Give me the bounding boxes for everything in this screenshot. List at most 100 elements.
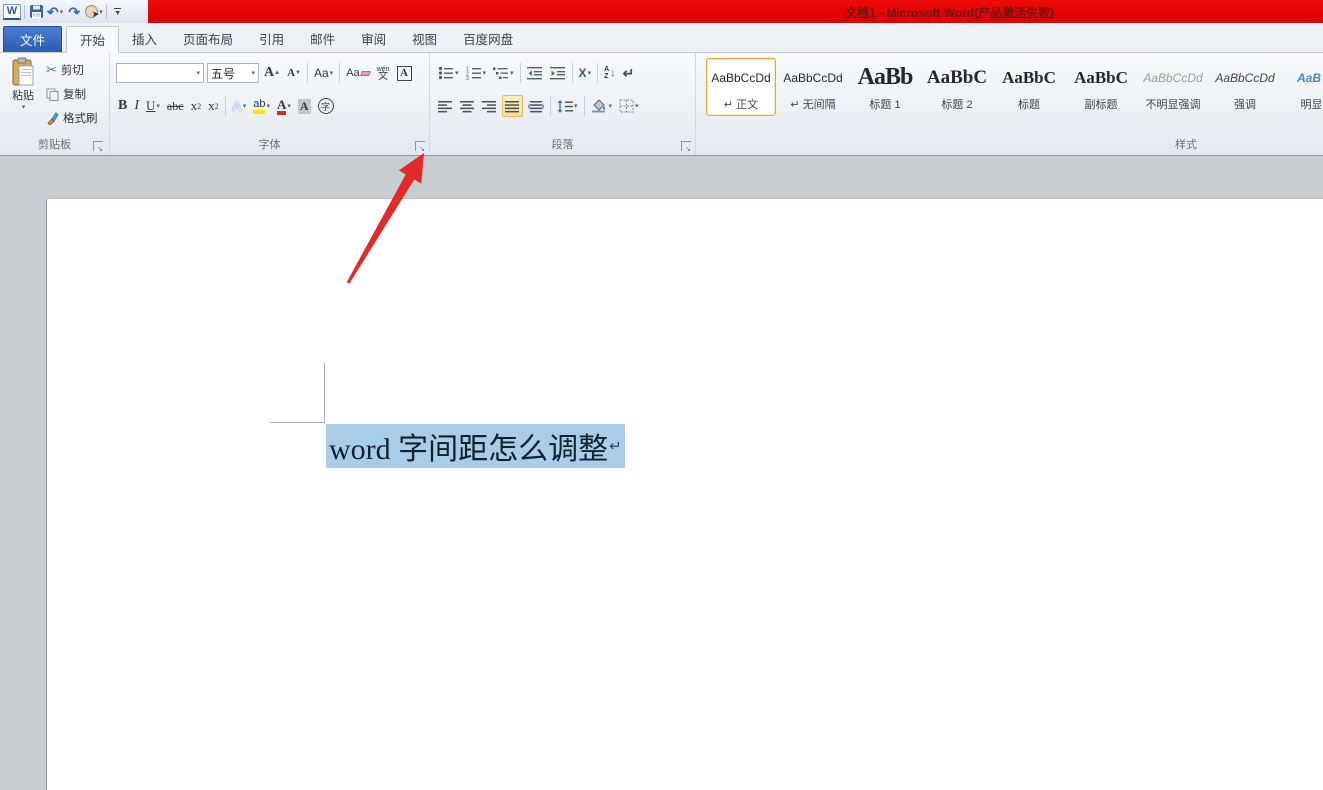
stamp-tool-button[interactable]: ➤ ▾ bbox=[85, 3, 103, 21]
justify-button[interactable] bbox=[502, 95, 523, 117]
redo-button[interactable]: ↷ bbox=[66, 3, 82, 21]
style-subtle-emphasis[interactable]: AaBbCcDd 不明显强调 bbox=[1138, 58, 1208, 116]
tab-review[interactable]: 审阅 bbox=[348, 25, 399, 52]
increase-indent-button[interactable] bbox=[548, 62, 568, 84]
text-effects-button[interactable]: A ▾ bbox=[230, 95, 249, 117]
cut-label: 剪切 bbox=[60, 65, 84, 77]
paragraph-mark-icon: ↵ bbox=[622, 64, 635, 81]
paragraph-dialog-launcher[interactable]: ↘ bbox=[681, 141, 691, 153]
separator bbox=[24, 4, 25, 19]
style-no-spacing[interactable]: AaBbCcDd ↵ 无间隔 bbox=[778, 58, 848, 116]
clear-formatting-button[interactable]: Aa bbox=[344, 62, 371, 84]
borders-button[interactable]: ▾ bbox=[617, 95, 641, 117]
strikethrough-button[interactable]: abc bbox=[165, 95, 186, 117]
line-spacing-button[interactable]: ▾ bbox=[555, 95, 580, 117]
separator bbox=[224, 96, 226, 116]
word-logo-icon[interactable]: W bbox=[3, 3, 21, 20]
dropdown-caret-icon: ▾ bbox=[242, 103, 247, 110]
asian-layout-button[interactable]: X ▾ bbox=[577, 62, 594, 84]
change-case-button[interactable]: Aa ▾ bbox=[312, 62, 335, 84]
paste-button[interactable]: 粘贴 ▾ bbox=[4, 57, 42, 135]
dropdown-caret-icon: ▾ bbox=[635, 103, 639, 110]
enclose-characters-button[interactable]: 字 bbox=[316, 95, 336, 117]
format-painter-icon bbox=[47, 111, 59, 125]
bullets-button[interactable]: ▾ bbox=[436, 62, 461, 84]
font-color-button[interactable]: A ▾ bbox=[275, 95, 293, 117]
character-border-button[interactable]: A bbox=[395, 62, 414, 84]
quick-access-toolbar: W ↶ ▾ ↷ ➤ ▾ ▼ bbox=[3, 2, 126, 21]
separator bbox=[105, 4, 107, 19]
italic-button[interactable]: I bbox=[132, 95, 141, 117]
bold-button[interactable]: B bbox=[116, 95, 129, 117]
character-shading-button[interactable]: A bbox=[296, 95, 313, 117]
style-heading2[interactable]: AaBbC 标题 2 bbox=[922, 58, 992, 116]
tab-references[interactable]: 引用 bbox=[246, 25, 297, 52]
style-intense-emphasis[interactable]: AaBbC 明显强 bbox=[1282, 58, 1321, 116]
sort-button[interactable]: AZ ↓ bbox=[602, 62, 618, 84]
undo-button[interactable]: ↶ ▾ bbox=[47, 3, 63, 21]
dropdown-caret-icon: ▾ bbox=[329, 70, 334, 77]
align-center-button[interactable] bbox=[458, 95, 477, 117]
text-highlight-button[interactable]: ab ▾ bbox=[251, 95, 272, 117]
decrease-indent-button[interactable] bbox=[525, 62, 545, 84]
align-right-button[interactable] bbox=[480, 95, 499, 117]
increase-indent-icon bbox=[549, 67, 565, 80]
selected-text-highlight[interactable]: word 字间距怎么调整 ↵ bbox=[326, 424, 625, 468]
phonetic-guide-button[interactable]: wén 文 bbox=[375, 62, 392, 84]
separator bbox=[583, 96, 585, 116]
tab-file[interactable]: 文件 bbox=[3, 26, 63, 52]
shrink-font-button[interactable]: A ▼ bbox=[285, 62, 303, 84]
style-title[interactable]: AaBbC 标题 bbox=[994, 58, 1064, 116]
font-name-combo[interactable]: ▾ bbox=[116, 63, 204, 83]
line-spacing-icon bbox=[557, 99, 573, 113]
subscript-button[interactable]: x2 bbox=[189, 95, 204, 117]
dropdown-caret-icon: ▾ bbox=[510, 70, 514, 77]
format-painter-label: 格式刷 bbox=[63, 113, 98, 125]
save-icon[interactable] bbox=[28, 3, 44, 21]
numbering-button[interactable]: 123 ▾ bbox=[464, 62, 489, 84]
tab-baidu-netdisk[interactable]: 百度网盘 bbox=[450, 25, 526, 52]
grow-font-button[interactable]: A ▲ bbox=[262, 62, 282, 84]
dropdown-caret-icon: ▾ bbox=[251, 70, 255, 77]
tab-insert[interactable]: 插入 bbox=[119, 25, 170, 52]
multilevel-list-button[interactable]: ▾ bbox=[491, 62, 516, 84]
title-bar: W ↶ ▾ ↷ ➤ ▾ ▼ 文档1 - Microsoft Word(产品激活失败) bbox=[0, 0, 1323, 23]
clipboard-dialog-launcher[interactable]: ↘ bbox=[93, 141, 103, 153]
svg-text:3: 3 bbox=[466, 76, 469, 80]
format-painter-button[interactable]: 格式刷 bbox=[46, 106, 98, 130]
tab-mailings[interactable]: 邮件 bbox=[297, 25, 348, 52]
document-page[interactable]: word 字间距怎么调整 ↵ Bai du bbox=[47, 199, 1323, 790]
font-dialog-launcher[interactable]: ↘ bbox=[415, 141, 425, 153]
copy-button[interactable]: 复制 bbox=[46, 82, 98, 106]
bullets-icon bbox=[438, 66, 453, 80]
style-heading1[interactable]: AaBb 标题 1 bbox=[850, 58, 920, 116]
tab-page-layout[interactable]: 页面布局 bbox=[170, 25, 246, 52]
separator bbox=[597, 63, 599, 83]
align-left-button[interactable] bbox=[436, 95, 455, 117]
style-emphasis[interactable]: AaBbCcDd 强调 bbox=[1210, 58, 1280, 116]
shading-button[interactable]: ▾ bbox=[589, 95, 615, 117]
font-size-value: 五号 bbox=[211, 66, 236, 81]
show-hide-marks-button[interactable]: ↵ bbox=[621, 62, 637, 84]
character-shading-icon: A bbox=[297, 98, 311, 114]
tab-home[interactable]: 开始 bbox=[66, 26, 120, 53]
underline-button[interactable]: U ▾ bbox=[144, 95, 162, 117]
clipboard-group: 粘贴 ▾ ✂ 剪切 复制 格式刷 剪贴板 ↘ bbox=[0, 53, 110, 155]
superscript-button[interactable]: x2 bbox=[206, 95, 221, 117]
customize-quick-access-button[interactable]: ▼ bbox=[110, 3, 126, 21]
paint-bucket-icon bbox=[591, 99, 605, 113]
borders-icon bbox=[619, 99, 634, 113]
cut-button[interactable]: ✂ 剪切 bbox=[46, 58, 98, 82]
document-text[interactable]: word 字间距怎么调整 bbox=[329, 424, 608, 468]
style-normal[interactable]: AaBbCcDd ↵ 正文 bbox=[706, 58, 776, 116]
style-subtitle[interactable]: AaBbC 副标题 bbox=[1066, 58, 1136, 116]
dropdown-caret-icon: ▾ bbox=[59, 8, 64, 16]
dropdown-caret-icon: ▾ bbox=[266, 103, 270, 110]
font-group: ▾ 五号 ▾ A ▲ A ▼ Aa ▾ Aa wén 文 A B I U ▾ a… bbox=[110, 53, 430, 155]
phonetic-guide-icon: wén 文 bbox=[376, 66, 390, 82]
tab-view[interactable]: 视图 bbox=[399, 25, 450, 52]
shrink-font-icon: A bbox=[287, 67, 296, 79]
font-size-combo[interactable]: 五号 ▾ bbox=[207, 63, 259, 83]
distribute-icon bbox=[528, 100, 544, 112]
distribute-button[interactable] bbox=[526, 95, 546, 117]
